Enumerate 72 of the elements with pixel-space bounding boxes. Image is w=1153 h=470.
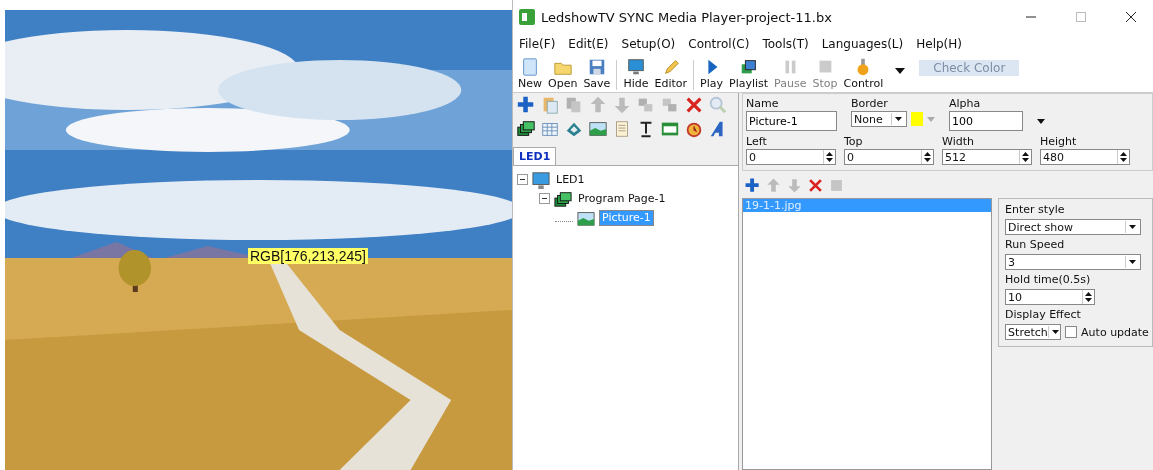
checkbox[interactable] <box>1065 326 1078 338</box>
tree-item[interactable]: LED1 <box>554 172 587 187</box>
field-label: Height <box>1040 135 1078 148</box>
layers-icon <box>553 189 573 208</box>
delete-icon[interactable] <box>807 177 824 194</box>
number-spinner[interactable]: 480 <box>1040 149 1130 165</box>
delete-icon[interactable] <box>684 95 704 115</box>
menu-item[interactable]: Tools(T) <box>762 37 809 51</box>
toolbar-button[interactable]: Editor <box>652 57 690 90</box>
menu-item[interactable]: Edit(E) <box>568 37 609 51</box>
number-spinner[interactable]: 0 <box>746 149 836 165</box>
dropdown-arrow-icon <box>1129 225 1137 229</box>
collapse-icon[interactable] <box>517 174 528 185</box>
maximize-icon <box>1075 10 1087 23</box>
field-label: Enter style <box>1005 203 1066 216</box>
field-label: Border <box>851 97 889 110</box>
screen-tab[interactable]: LED1 <box>513 147 557 165</box>
color-readout: RGB[176,213,245] <box>248 248 368 264</box>
alpha-field[interactable]: 100 <box>949 111 1023 131</box>
border-dropdown[interactable]: None <box>851 111 907 127</box>
border-color-swatch[interactable] <box>911 112 923 126</box>
close-icon <box>1125 10 1137 23</box>
landscape-icon[interactable] <box>588 119 608 139</box>
spinner-arrows-icon <box>924 152 931 162</box>
enter-style-dropdown[interactable]: Direct show <box>1005 219 1142 235</box>
spinner-arrows-icon <box>826 152 833 162</box>
spinner-arrows-icon <box>1085 292 1093 302</box>
spinner-arrows-icon <box>1120 152 1127 162</box>
number-spinner[interactable]: 0 <box>844 149 934 165</box>
dropdown-arrow-icon[interactable] <box>895 68 906 74</box>
menu-item[interactable]: Languages(L) <box>821 37 904 51</box>
monitor-icon <box>531 170 551 189</box>
collapse-icon[interactable] <box>539 193 550 204</box>
dropdown-arrow-icon <box>1129 260 1137 264</box>
field-label: Name <box>746 97 780 110</box>
document-icon <box>520 57 540 77</box>
caret-icon[interactable] <box>1037 118 1045 124</box>
menu-item[interactable]: File(F) <box>519 37 556 51</box>
tooltip: Check Color <box>919 60 1020 76</box>
toolbar-button[interactable]: Play <box>698 57 725 90</box>
dropdown-arrow-icon <box>895 117 902 121</box>
hold-time-spinner[interactable]: 10 <box>1005 289 1096 305</box>
toolbar-button[interactable]: Hide <box>621 57 651 90</box>
monitor-icon <box>625 57 646 77</box>
window-title: LedshowTV SYNC Media Player-project-11.bx <box>541 9 832 25</box>
field-label: Hold time(0.5s) <box>1005 273 1092 286</box>
display-effect-dropdown[interactable]: Stretch <box>1005 324 1062 340</box>
tree-item[interactable]: Program Page-1 <box>576 191 668 206</box>
layers-icon[interactable] <box>516 119 536 139</box>
toolbar-button[interactable]: Save <box>581 57 613 90</box>
spinner-arrows-icon <box>1022 152 1029 162</box>
plus-icon[interactable] <box>744 177 761 194</box>
menu-item[interactable]: Help(H) <box>916 37 962 51</box>
toolbar-button[interactable]: New <box>516 57 544 90</box>
toolbar-button[interactable]: Control <box>841 57 886 90</box>
app-logo-icon <box>519 9 535 25</box>
toolbar-button[interactable]: Playlist <box>727 57 771 90</box>
menu-item[interactable]: Setup(O) <box>621 37 676 51</box>
run-speed-dropdown[interactable]: 3 <box>1005 254 1142 270</box>
field-label: Top <box>844 135 864 148</box>
menu-item[interactable]: Control(C) <box>688 37 750 51</box>
field-label: Left <box>746 135 768 148</box>
field-label: Display Effect <box>1005 308 1082 321</box>
field-label: Width <box>942 135 975 148</box>
field-label: Run Speed <box>1005 238 1066 251</box>
checkbox-label: Auto update <box>1081 325 1149 339</box>
number-spinner[interactable]: 512 <box>942 149 1032 165</box>
toolbar-button[interactable]: Open <box>546 57 580 90</box>
plus-icon[interactable] <box>516 95 536 115</box>
name-field[interactable]: Picture-1 <box>746 111 837 131</box>
field-label: Alpha <box>949 97 982 110</box>
dropdown-arrow-icon <box>1051 330 1059 334</box>
